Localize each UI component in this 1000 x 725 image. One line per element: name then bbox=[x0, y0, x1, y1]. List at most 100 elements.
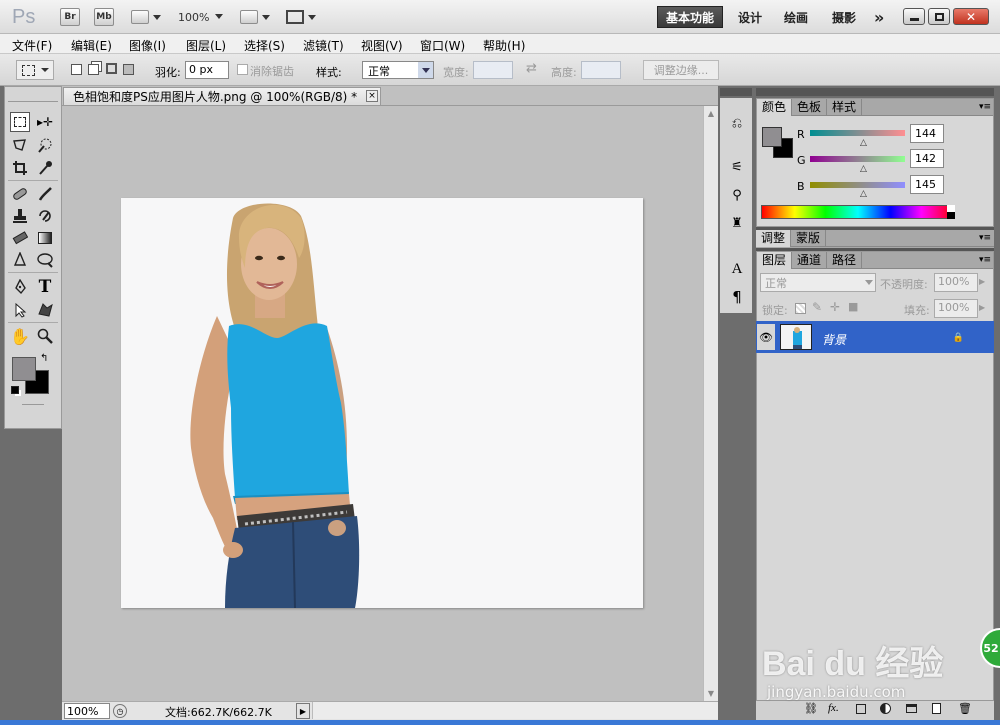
tab-swatches[interactable]: 色板 bbox=[792, 99, 828, 116]
panel-menu-icon[interactable]: ▾≡ bbox=[979, 233, 991, 243]
arrange-documents-button[interactable] bbox=[238, 7, 272, 27]
history-brush-tool[interactable] bbox=[35, 206, 55, 226]
history-panel-button[interactable]: ⎌ bbox=[726, 112, 748, 134]
dock-collapse-bar[interactable] bbox=[756, 88, 994, 96]
workspace-design[interactable]: 设计 bbox=[732, 6, 768, 28]
b-value[interactable]: 145 bbox=[910, 175, 944, 194]
menu-edit[interactable]: 编辑(E) bbox=[71, 37, 112, 54]
tab-adjustments[interactable]: 调整 bbox=[756, 230, 792, 247]
scroll-up-arrow[interactable]: ▲ bbox=[704, 106, 718, 120]
tab-color[interactable]: 颜色 bbox=[757, 99, 793, 116]
menu-help[interactable]: 帮助(H) bbox=[483, 37, 525, 54]
paragraph-panel-button[interactable]: ¶ bbox=[726, 286, 748, 308]
brush-presets-button[interactable]: ♜ bbox=[726, 212, 748, 234]
tab-channels[interactable]: 通道 bbox=[792, 252, 828, 269]
blur-tool[interactable] bbox=[10, 250, 30, 270]
tab-layers[interactable]: 图层 bbox=[757, 252, 793, 269]
menu-filter[interactable]: 滤镜(T) bbox=[303, 37, 344, 54]
horizontal-scrollbar[interactable] bbox=[312, 702, 718, 719]
blend-dropdown-button[interactable] bbox=[862, 275, 875, 290]
rect-marquee-tool[interactable] bbox=[10, 112, 30, 132]
menu-select[interactable]: 选择(S) bbox=[244, 37, 285, 54]
menu-layer[interactable]: 图层(L) bbox=[186, 37, 226, 54]
lasso-tool[interactable] bbox=[10, 135, 30, 155]
restore-button[interactable] bbox=[928, 8, 950, 25]
status-menu-button[interactable]: ▶ bbox=[296, 703, 310, 719]
g-slider[interactable] bbox=[810, 156, 905, 162]
menu-file[interactable]: 文件(F) bbox=[12, 37, 52, 54]
brush-tool[interactable] bbox=[35, 184, 55, 204]
menu-image[interactable]: 图像(I) bbox=[129, 37, 166, 54]
status-zoom-field[interactable]: 100% bbox=[64, 703, 110, 719]
lock-brush-icon[interactable]: ✎ bbox=[812, 300, 822, 314]
dock-collapse-bar[interactable] bbox=[720, 88, 752, 96]
lock-transparency-icon[interactable] bbox=[795, 303, 806, 314]
style-dropdown-button[interactable] bbox=[418, 62, 433, 78]
tool-preset-picker[interactable] bbox=[16, 60, 54, 80]
layer-name[interactable]: 背景 bbox=[822, 331, 846, 348]
b-slider[interactable] bbox=[810, 182, 905, 188]
swap-colors-icon[interactable]: ↰ bbox=[40, 353, 48, 364]
layer-visibility-eye-icon[interactable]: 👁 bbox=[757, 324, 775, 350]
menu-view[interactable]: 视图(V) bbox=[361, 37, 403, 54]
subtract-selection-icon[interactable] bbox=[106, 63, 117, 74]
scroll-down-arrow[interactable]: ▼ bbox=[704, 686, 718, 700]
feather-input[interactable]: 0 px bbox=[185, 61, 229, 79]
intersect-selection-icon[interactable] bbox=[123, 64, 134, 75]
screen-mode-button[interactable] bbox=[284, 7, 318, 27]
eyedropper-tool[interactable] bbox=[35, 158, 55, 178]
panel-menu-icon[interactable]: ▾≡ bbox=[979, 255, 991, 265]
opacity-dropdown-icon[interactable]: ▶ bbox=[979, 277, 985, 286]
hand-tool[interactable]: ✋ bbox=[10, 326, 30, 346]
type-tool[interactable]: T bbox=[35, 277, 55, 297]
zoom-tool[interactable] bbox=[35, 326, 55, 346]
default-colors-icon[interactable] bbox=[11, 386, 19, 394]
bridge-button[interactable]: Br bbox=[60, 8, 80, 26]
r-value[interactable]: 144 bbox=[910, 124, 944, 143]
healing-brush-tool[interactable] bbox=[10, 184, 30, 204]
mini-bridge-button[interactable]: Mb bbox=[94, 8, 114, 26]
gradient-tool[interactable] bbox=[35, 228, 55, 248]
g-slider-thumb[interactable]: △ bbox=[860, 164, 867, 174]
adjustment-layer-icon[interactable] bbox=[880, 703, 891, 714]
workspace-photography[interactable]: 摄影 bbox=[826, 6, 862, 28]
new-group-icon[interactable] bbox=[906, 704, 917, 713]
move-tool[interactable]: ▸✛ bbox=[35, 112, 55, 132]
tab-styles[interactable]: 样式 bbox=[827, 99, 863, 116]
menu-window[interactable]: 窗口(W) bbox=[420, 37, 465, 54]
quick-mask-button[interactable] bbox=[22, 404, 44, 414]
swap-icon[interactable]: ⇄ bbox=[526, 61, 537, 76]
lock-all-icon[interactable]: ■ bbox=[848, 300, 858, 313]
workspace-essentials[interactable]: 基本功能 bbox=[657, 6, 723, 28]
b-slider-thumb[interactable]: △ bbox=[860, 189, 867, 199]
antialias-checkbox[interactable] bbox=[237, 64, 248, 75]
width-input[interactable] bbox=[473, 61, 513, 79]
tab-paths[interactable]: 路径 bbox=[827, 252, 863, 269]
status-info-icon[interactable]: ◷ bbox=[113, 704, 127, 718]
color-panel-foreground-front[interactable] bbox=[762, 127, 782, 147]
spectrum-white-swatch[interactable] bbox=[947, 205, 955, 212]
refine-edge-button[interactable]: 调整边缘... bbox=[643, 60, 719, 80]
delete-layer-icon[interactable]: 🗑 bbox=[958, 702, 972, 715]
path-selection-tool[interactable] bbox=[10, 300, 30, 320]
image-canvas[interactable] bbox=[121, 198, 643, 608]
lock-move-icon[interactable]: ✛ bbox=[830, 300, 840, 314]
pen-tool[interactable] bbox=[10, 277, 30, 297]
new-layer-icon[interactable] bbox=[932, 703, 941, 714]
color-spectrum-bar[interactable] bbox=[761, 205, 955, 219]
character-panel-button[interactable]: A bbox=[726, 258, 748, 280]
quick-select-tool[interactable] bbox=[35, 135, 55, 155]
blend-mode-select[interactable]: 正常 bbox=[760, 273, 876, 292]
zoom-level[interactable]: 100% bbox=[178, 11, 209, 24]
close-window-button[interactable]: ✕ bbox=[953, 8, 989, 25]
height-input[interactable] bbox=[581, 61, 621, 79]
clone-source-button[interactable]: ⚲ bbox=[726, 184, 748, 206]
eraser-tool[interactable] bbox=[10, 228, 30, 248]
clone-stamp-tool[interactable] bbox=[10, 206, 30, 226]
add-selection-icon[interactable] bbox=[88, 64, 99, 75]
crop-tool[interactable] bbox=[10, 158, 30, 178]
workspace-more-button[interactable]: » bbox=[868, 6, 890, 28]
spectrum-black-swatch[interactable] bbox=[947, 212, 955, 219]
view-extras-button[interactable] bbox=[130, 7, 162, 27]
r-slider[interactable] bbox=[810, 130, 905, 136]
